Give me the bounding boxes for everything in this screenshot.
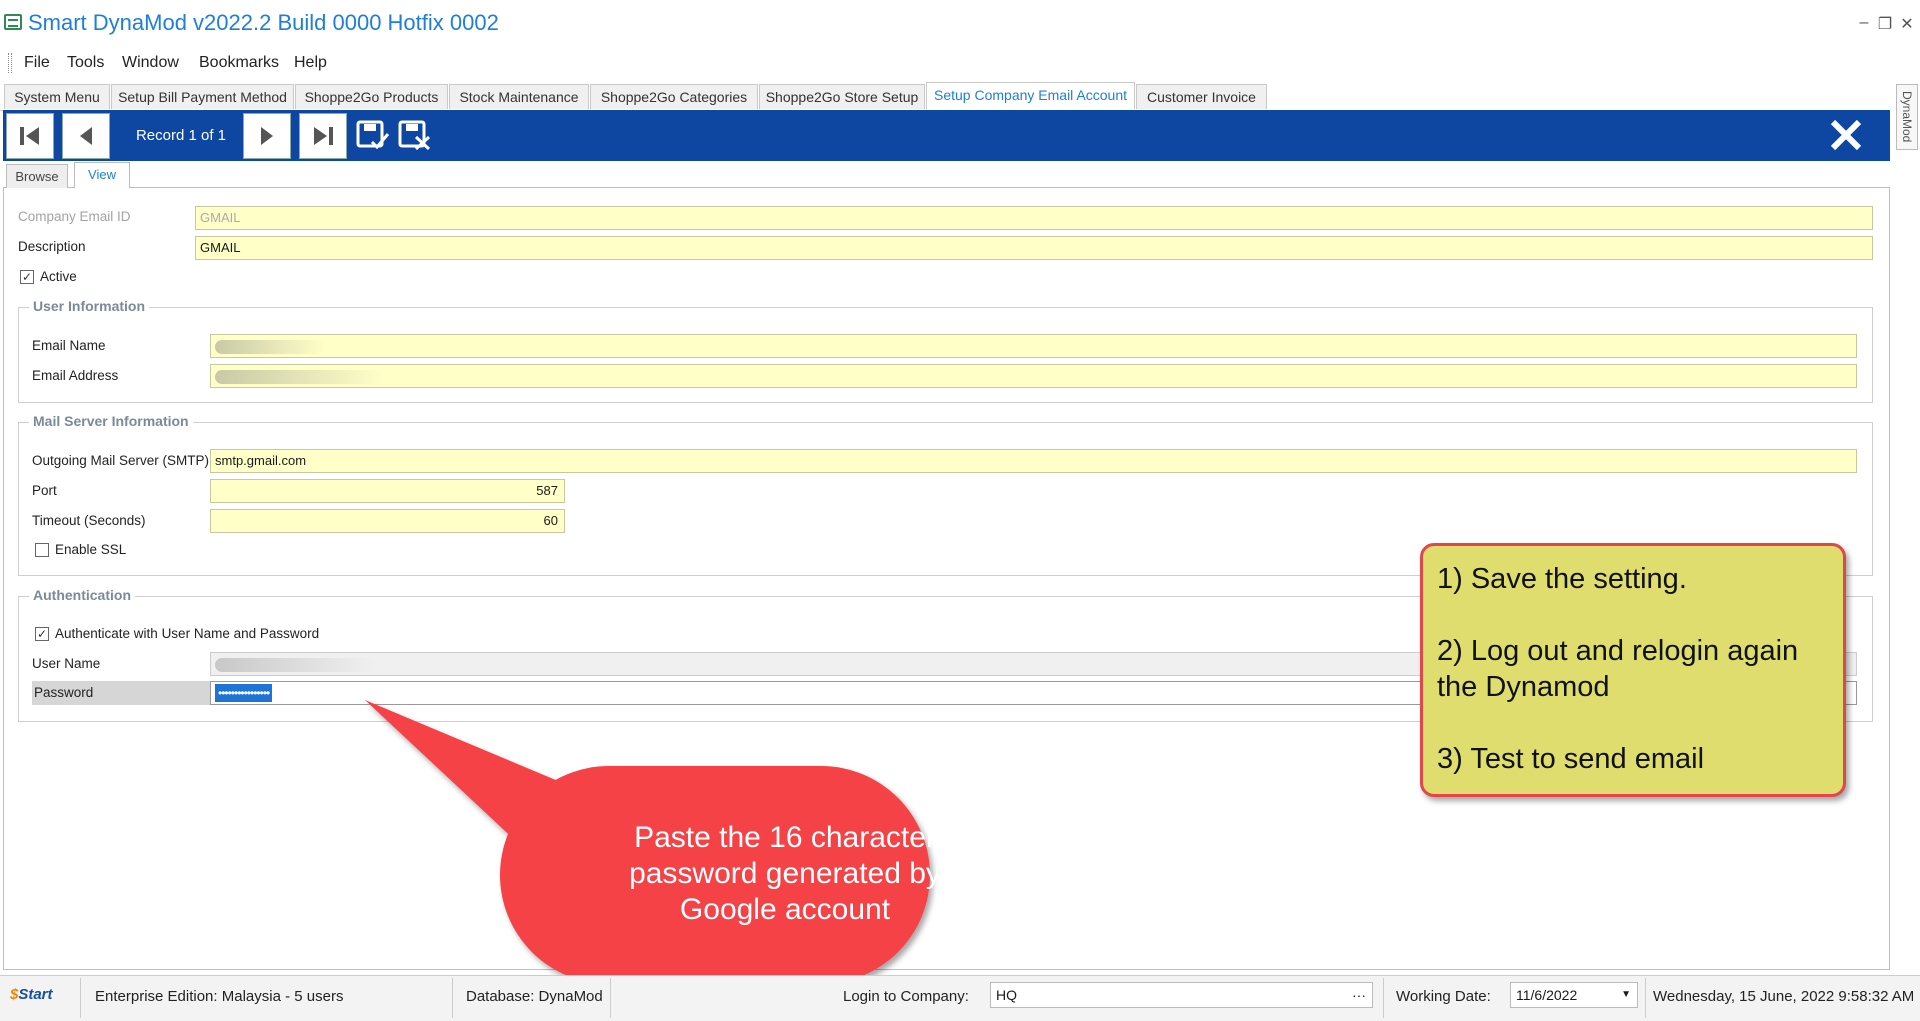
redacted-value xyxy=(215,369,385,384)
first-record-button[interactable] xyxy=(6,113,54,159)
description-field[interactable]: GMAIL xyxy=(195,236,1873,260)
tab-shoppe2go-categories[interactable]: Shoppe2Go Categories xyxy=(590,84,758,109)
login-company-label: Login to Company: xyxy=(843,988,969,1005)
subtab-browse[interactable]: Browse xyxy=(6,164,68,188)
tab-setup-company-email-account[interactable]: Setup Company Email Account xyxy=(926,82,1135,109)
save-button[interactable] xyxy=(356,118,390,152)
next-record-icon xyxy=(261,127,273,145)
record-position-label: Record 1 of 1 xyxy=(135,127,227,144)
working-date-value: 11/6/2022 xyxy=(1516,987,1578,1003)
email-name-label: Email Name xyxy=(32,338,106,353)
active-label: Active xyxy=(40,269,77,284)
restore-button[interactable]: ❐ xyxy=(1876,14,1894,34)
port-field[interactable]: 587 xyxy=(210,479,565,503)
company-email-id-label: Company Email ID xyxy=(18,209,131,224)
menu-bookmarks[interactable]: Bookmarks xyxy=(199,54,279,72)
step-2-continued-text: the Dynamod xyxy=(1437,671,1610,703)
close-icon xyxy=(1830,119,1862,151)
username-label: User Name xyxy=(32,656,101,671)
enable-ssl-label: Enable SSL xyxy=(55,542,127,557)
port-label: Port xyxy=(32,483,57,498)
save-close-button[interactable] xyxy=(398,118,432,152)
mail-server-title: Mail Server Information xyxy=(29,413,193,429)
edition-status: Enterprise Edition: Malaysia - 5 users xyxy=(95,988,344,1005)
tab-customer-invoice[interactable]: Customer Invoice xyxy=(1136,84,1267,109)
minimize-button[interactable]: – xyxy=(1855,14,1873,32)
smtp-label: Outgoing Mail Server (SMTP) xyxy=(32,453,210,468)
menu-help[interactable]: Help xyxy=(294,54,327,72)
menu-window[interactable]: Window xyxy=(122,54,179,72)
menu-grip xyxy=(8,53,12,73)
timeout-field[interactable]: 60 xyxy=(210,509,565,533)
save-close-icon xyxy=(398,120,431,151)
authenticate-checkbox[interactable]: ✓ xyxy=(35,627,49,641)
subtab-view[interactable]: View xyxy=(74,162,130,188)
timeout-label: Timeout (Seconds) xyxy=(32,513,146,528)
working-date-label: Working Date: xyxy=(1396,988,1491,1005)
tab-system-menu[interactable]: System Menu xyxy=(4,84,110,109)
window-title: Smart DynaMod v2022.2 Build 0000 Hotfix … xyxy=(28,10,499,35)
email-name-field[interactable] xyxy=(210,334,1857,358)
paste-tip-line-2: password generated by xyxy=(629,857,941,890)
password-label: Password xyxy=(34,685,94,700)
smtp-field[interactable]: smtp.gmail.com xyxy=(210,449,1857,473)
next-record-button[interactable] xyxy=(243,113,291,159)
previous-record-icon xyxy=(80,127,92,145)
start-button[interactable]: $Start xyxy=(10,986,53,1003)
paste-tip-line-1: Paste the 16 character xyxy=(634,821,936,854)
active-checkbox[interactable]: ✓ xyxy=(20,270,34,284)
status-separator xyxy=(1645,978,1646,1018)
tab-setup-bill-payment-method[interactable]: Setup Bill Payment Method xyxy=(111,84,294,109)
last-record-icon xyxy=(314,127,333,145)
paste-tip-line-3: Google account xyxy=(679,893,891,926)
password-selected-text: •••••••••••••••• xyxy=(215,684,273,702)
chevron-down-icon: ▼ xyxy=(1621,989,1631,1000)
paste-password-text: Paste the 16 character password generate… xyxy=(560,820,1010,928)
menu-bar xyxy=(0,50,1920,78)
last-record-button[interactable] xyxy=(299,113,347,159)
previous-record-button[interactable] xyxy=(62,113,110,159)
redacted-value xyxy=(215,657,375,672)
user-information-title: User Information xyxy=(29,298,150,314)
description-label: Description xyxy=(18,239,86,254)
status-separator xyxy=(452,978,453,1018)
email-address-label: Email Address xyxy=(32,368,119,383)
step-1-text: 1) Save the setting. xyxy=(1437,563,1687,595)
step-3-text: 3) Test to send email xyxy=(1437,743,1705,775)
database-status: Database: DynaMod xyxy=(466,988,603,1005)
current-datetime: Wednesday, 15 June, 2022 9:58:32 AM xyxy=(1653,988,1915,1005)
side-dock-label: DynaMod xyxy=(1900,91,1914,143)
tab-shoppe2go-store-setup[interactable]: Shoppe2Go Store Setup xyxy=(759,84,925,109)
authentication-title: Authentication xyxy=(29,587,135,603)
menu-tools[interactable]: Tools xyxy=(67,54,104,72)
company-selector[interactable]: HQ ··· xyxy=(990,982,1373,1008)
tab-stock-maintenance[interactable]: Stock Maintenance xyxy=(449,84,589,109)
close-form-button[interactable] xyxy=(1822,112,1870,158)
app-icon xyxy=(4,14,22,30)
first-record-icon xyxy=(20,127,39,145)
tab-shoppe2go-products[interactable]: Shoppe2Go Products xyxy=(295,84,448,109)
email-address-field[interactable] xyxy=(210,364,1857,388)
start-label: Start xyxy=(18,986,53,1003)
save-icon xyxy=(356,120,390,150)
status-separator xyxy=(610,978,611,1018)
status-separator xyxy=(1383,978,1384,1018)
redacted-value xyxy=(215,339,325,354)
enable-ssl-checkbox[interactable] xyxy=(35,543,49,557)
company-value: HQ xyxy=(996,987,1017,1003)
close-window-button[interactable]: ✕ xyxy=(1898,14,1916,34)
step-2-text: 2) Log out and relogin again xyxy=(1437,635,1799,667)
status-separator xyxy=(80,978,81,1018)
ellipsis-icon[interactable]: ··· xyxy=(1352,983,1366,1007)
company-email-id-field: GMAIL xyxy=(195,206,1873,230)
menu-file[interactable]: File xyxy=(24,54,50,72)
working-date-picker[interactable]: 11/6/2022 ▼ xyxy=(1510,982,1638,1008)
side-dock-panel[interactable]: DynaMod xyxy=(1896,84,1918,150)
authenticate-label: Authenticate with User Name and Password xyxy=(55,626,320,641)
